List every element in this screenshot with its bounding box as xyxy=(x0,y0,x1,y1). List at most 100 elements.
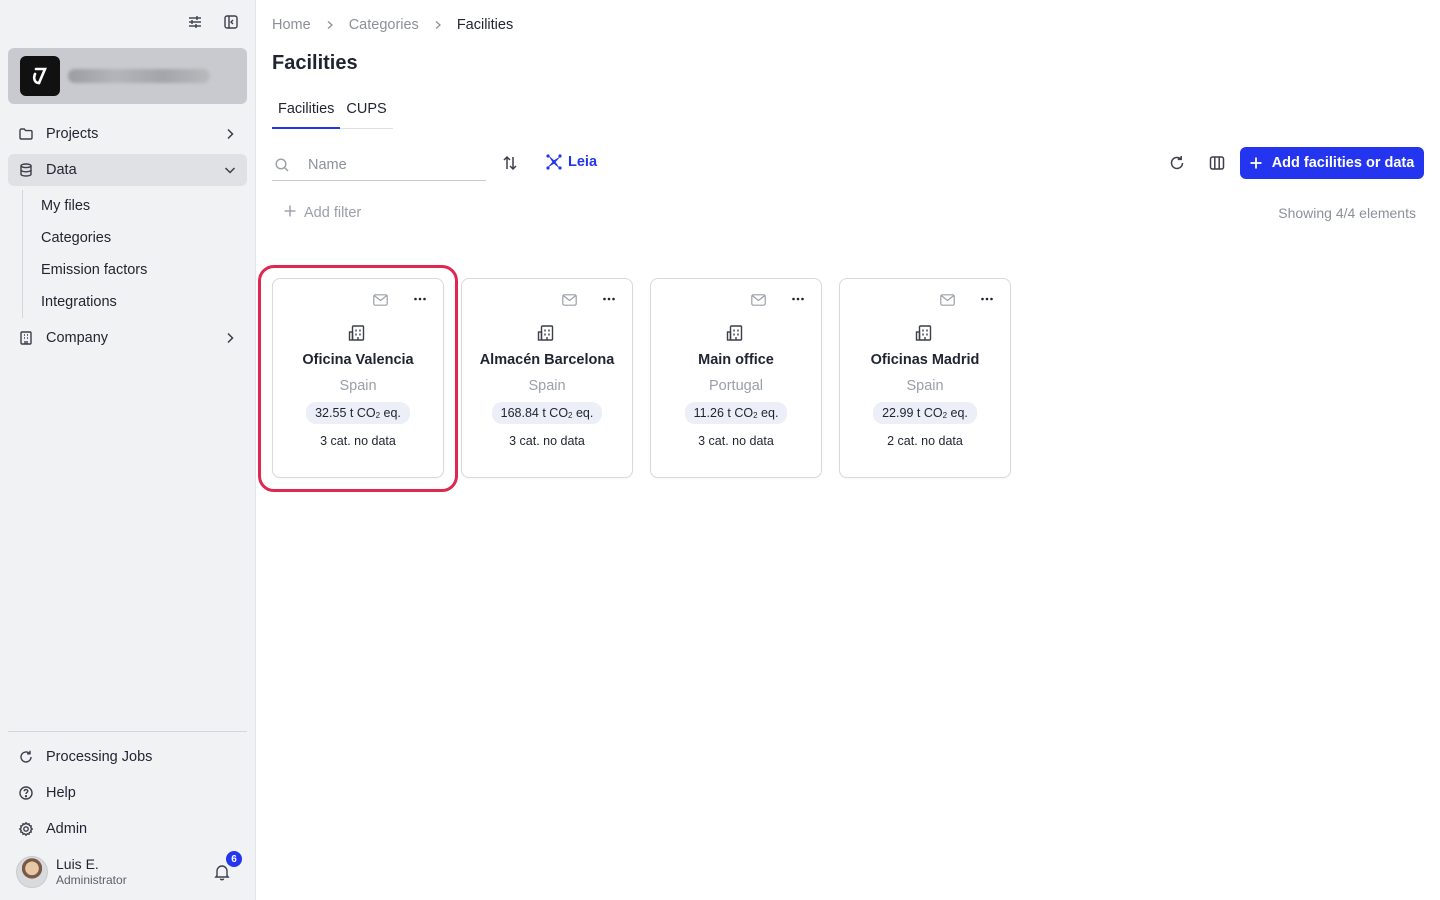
sidebar-item-label: Processing Jobs xyxy=(46,749,153,765)
emissions-unit: t CO xyxy=(916,406,943,420)
facility-building-icon xyxy=(348,323,368,343)
user-profile[interactable]: Luis E. Administrator 6 xyxy=(16,851,242,888)
chevron-right-icon xyxy=(433,18,443,33)
sidebar-bottom-nav: Processing Jobs Help Admin xyxy=(8,731,247,849)
sidebar-item-label: Company xyxy=(46,330,109,346)
emissions-unit-suffix: eq. xyxy=(380,406,401,420)
sidebar-item-integrations[interactable]: Integrations xyxy=(41,286,247,318)
mail-icon[interactable] xyxy=(373,293,388,306)
app-root: Projects Data My files Categories Emissi… xyxy=(0,0,1440,900)
emissions-unit: t CO xyxy=(542,406,569,420)
page-title: Facilities xyxy=(272,52,358,74)
sidebar-top-actions xyxy=(187,14,239,30)
sort-arrows-icon xyxy=(502,155,518,175)
sidebar-item-categories[interactable]: Categories xyxy=(41,222,247,254)
facility-name: Oficina Valencia xyxy=(302,352,414,368)
breadcrumb-current: Facilities xyxy=(456,17,514,33)
sidebar-item-label: Help xyxy=(46,785,76,801)
database-icon xyxy=(18,162,34,178)
help-circle-icon xyxy=(18,785,34,801)
add-facilities-label: Add facilities or data xyxy=(1271,155,1415,171)
chevron-right-icon xyxy=(223,331,237,345)
more-options-icon[interactable] xyxy=(602,292,616,306)
tab-facilities[interactable]: Facilities xyxy=(272,98,341,129)
facility-card[interactable]: Almacén Barcelona Spain 168.84 t CO2 eq.… xyxy=(461,278,633,478)
leia-sparkle-icon xyxy=(545,153,563,171)
chevron-right-icon xyxy=(325,18,335,33)
refresh-icon xyxy=(1168,156,1186,175)
breadcrumb-categories[interactable]: Categories xyxy=(349,17,419,33)
notification-count-badge: 6 xyxy=(226,851,242,867)
main-content: Home Categories Facilities Facilities Fa… xyxy=(256,0,1440,900)
sidebar-item-emission-factors[interactable]: Emission factors xyxy=(41,254,247,286)
emissions-unit-suffix: eq. xyxy=(947,406,968,420)
missing-categories-count: 2 cat. no data xyxy=(887,434,963,448)
columns-icon xyxy=(1208,156,1226,175)
refresh-button[interactable] xyxy=(1168,154,1186,172)
add-filter-label: Add filter xyxy=(304,205,362,221)
emissions-unit: t CO xyxy=(349,406,376,420)
facility-country: Portugal xyxy=(708,378,763,394)
sidebar-item-admin[interactable]: Admin xyxy=(8,813,247,845)
add-facilities-button[interactable]: Add facilities or data xyxy=(1240,147,1424,179)
user-name: Luis E. xyxy=(56,856,99,872)
chevron-right-icon xyxy=(223,127,237,141)
mail-icon[interactable] xyxy=(562,293,577,306)
add-filter-button[interactable]: Add filter xyxy=(284,204,361,222)
columns-view-button[interactable] xyxy=(1208,154,1226,172)
emissions-value: 22.99 xyxy=(882,406,914,420)
emissions-unit-suffix: eq. xyxy=(757,406,779,420)
data-subnav: My files Categories Emission factors Int… xyxy=(22,190,247,318)
sidebar-item-projects[interactable]: Projects xyxy=(8,118,247,150)
chevron-down-icon xyxy=(223,163,237,177)
sidebar-nav: Projects Data My files Categories Emissi… xyxy=(8,118,247,358)
more-options-icon[interactable] xyxy=(413,292,427,306)
mail-icon[interactable] xyxy=(751,293,766,306)
breadcrumb: Home Categories Facilities xyxy=(272,17,513,33)
organization-switcher[interactable] xyxy=(8,48,247,104)
facility-card[interactable]: Oficina Valencia Spain 32.55 t CO2 eq. 3… xyxy=(258,265,458,492)
sort-button[interactable] xyxy=(502,154,518,172)
gear-icon xyxy=(18,821,34,837)
facility-card[interactable]: Oficinas Madrid Spain 22.99 t CO2 eq. 2 … xyxy=(839,278,1011,478)
emissions-value: 168.84 xyxy=(500,406,539,420)
emissions-unit: t CO xyxy=(727,406,754,420)
emissions-badge: 32.55 t CO2 eq. xyxy=(306,402,410,424)
sidebar-item-my-files[interactable]: My files xyxy=(41,190,247,222)
search-icon xyxy=(274,157,290,173)
notifications-button[interactable]: 6 xyxy=(214,851,242,884)
plus-icon xyxy=(284,204,296,222)
facility-building-icon xyxy=(915,323,935,343)
breadcrumb-home[interactable]: Home xyxy=(272,17,311,33)
leia-button[interactable]: Leia xyxy=(545,153,597,171)
settings-sliders-icon[interactable] xyxy=(187,14,203,30)
more-options-icon[interactable] xyxy=(791,292,805,306)
sidebar-item-data[interactable]: Data xyxy=(8,154,247,186)
missing-categories-count: 3 cat. no data xyxy=(509,434,585,448)
sidebar-item-company[interactable]: Company xyxy=(8,322,247,354)
facility-name: Main office xyxy=(698,352,774,368)
folder-icon xyxy=(18,126,34,142)
organization-logo xyxy=(20,56,60,96)
more-options-icon[interactable] xyxy=(980,292,994,306)
collapse-sidebar-icon[interactable] xyxy=(223,14,239,30)
facility-country: Spain xyxy=(906,378,944,394)
sidebar-item-label: Projects xyxy=(46,126,99,142)
search-input[interactable] xyxy=(308,157,478,173)
plus-icon xyxy=(1250,153,1262,174)
mail-icon[interactable] xyxy=(940,293,955,306)
sidebar-item-processing-jobs[interactable]: Processing Jobs xyxy=(8,741,247,773)
facility-card[interactable]: Main office Portugal 11.26 t CO2 eq. 3 c… xyxy=(650,278,822,478)
sidebar-item-help[interactable]: Help xyxy=(8,777,247,809)
tab-bar: Facilities CUPS xyxy=(272,98,393,129)
emissions-badge: 168.84 t CO2 eq. xyxy=(491,402,603,424)
facility-building-icon xyxy=(537,323,557,343)
refresh-icon xyxy=(18,749,34,765)
tab-cups[interactable]: CUPS xyxy=(340,98,392,128)
facility-name: Almacén Barcelona xyxy=(479,352,615,368)
leia-label: Leia xyxy=(568,154,598,170)
bell-icon xyxy=(214,865,230,884)
emissions-badge: 22.99 t CO2 eq. xyxy=(873,402,977,424)
sidebar-item-label: Admin xyxy=(46,821,88,837)
missing-categories-count: 3 cat. no data xyxy=(698,434,774,448)
